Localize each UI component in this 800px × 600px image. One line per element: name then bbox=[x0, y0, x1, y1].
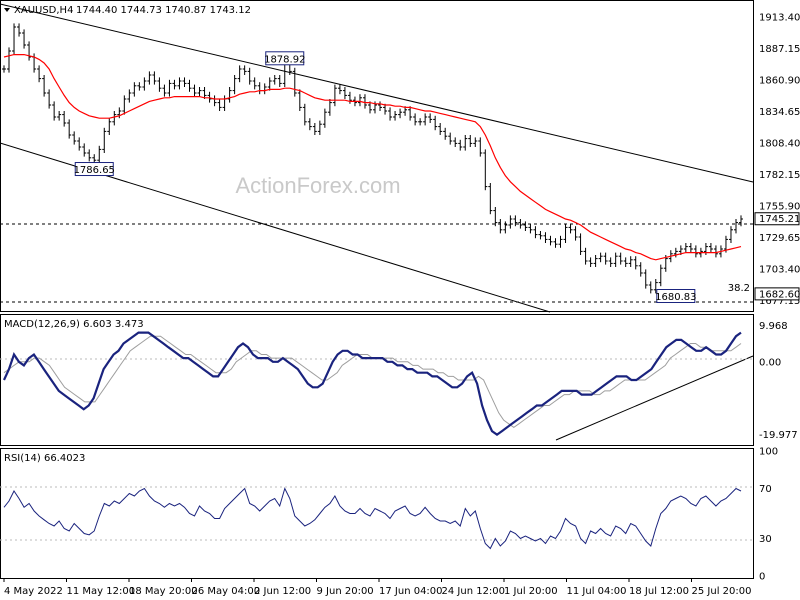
price-annotations: 1786.65 1878.92 1680.83 38.2 bbox=[74, 51, 750, 304]
macd-marks bbox=[3, 331, 742, 437]
dropdown-triangle-icon bbox=[4, 8, 10, 12]
y-tick-label: 1887.15 bbox=[759, 44, 800, 55]
price-annotation-label: 1786.65 bbox=[74, 165, 115, 176]
x-tick-label: 25 Jul 20:00 bbox=[692, 586, 752, 597]
macd-trendline bbox=[555, 355, 754, 441]
y-tick-label: 100 bbox=[759, 447, 778, 458]
y-tick-label: 1834.65 bbox=[759, 107, 800, 118]
y-tick-label: 1729.65 bbox=[759, 233, 800, 244]
y-axes: 1913.40 1887.15 1860.90 1834.65 1808.40 1782.… bbox=[754, 12, 800, 583]
y-tick-label: 0.00 bbox=[759, 357, 781, 368]
x-tick-label: 9 Jun 20:00 bbox=[317, 586, 374, 597]
upper-channel-line bbox=[0, 3, 754, 183]
x-tick-label: 18 Jul 12:00 bbox=[629, 586, 689, 597]
y-tick-label: 70 bbox=[759, 484, 772, 495]
x-tick-label: 2 Jun 12:00 bbox=[254, 586, 311, 597]
y-tick-label: 1782.15 bbox=[759, 170, 800, 181]
y-tick-label: 1808.40 bbox=[759, 138, 800, 149]
price-header: XAUUSD,H4 1744.40 1744.73 1740.87 1743.1… bbox=[4, 5, 251, 16]
y-tick-label: 1703.40 bbox=[759, 264, 800, 275]
macd-signal-line bbox=[3, 335, 742, 429]
y-tick-label: 9.968 bbox=[759, 321, 788, 332]
x-tick-label: 17 Jun 04:00 bbox=[379, 586, 443, 597]
x-tick-label: 26 May 04:00 bbox=[192, 586, 261, 597]
y-tick-label: 1860.90 bbox=[759, 75, 800, 86]
fib-label: 38.2 bbox=[728, 283, 750, 294]
y-tick-label: -19.977 bbox=[759, 430, 798, 441]
macd-main-line bbox=[3, 331, 742, 437]
price-marks bbox=[2, 23, 743, 294]
x-axis: 4 May 2022 11 May 12:0018 May 20:0026 May… bbox=[3, 578, 752, 597]
chart-canvas: ActionForex.com XAUUSD,H4 1744.40 1744.7… bbox=[0, 0, 800, 597]
y-tick-label: 1755.90 bbox=[759, 201, 800, 212]
y-tick-label: 0 bbox=[759, 572, 765, 583]
price-annotation-label: 1878.92 bbox=[264, 54, 305, 65]
y-highlight-label: 1682.60 bbox=[759, 289, 800, 300]
x-tick-label: 4 May 2022 bbox=[4, 586, 63, 597]
y-highlight-label: 1745.21 bbox=[759, 214, 800, 225]
x-tick-label: 1 Jul 20:00 bbox=[504, 586, 558, 597]
x-tick-label: 18 May 20:00 bbox=[129, 586, 198, 597]
x-tick-label: 11 May 12:00 bbox=[67, 586, 136, 597]
x-tick-label: 11 Jul 04:00 bbox=[567, 586, 627, 597]
watermark: ActionForex.com bbox=[235, 173, 400, 198]
ohlc-label: 1744.40 1744.73 1740.87 1743.12 bbox=[76, 5, 251, 16]
rsi-header: RSI(14) 66.4023 bbox=[4, 453, 85, 464]
y-tick-label: 30 bbox=[759, 534, 772, 545]
x-tick-label: 24 Jun 12:00 bbox=[442, 586, 506, 597]
price-annotation-label: 1680.83 bbox=[655, 292, 696, 303]
macd-header: MACD(12,26,9) 6.603 3.473 bbox=[4, 319, 144, 330]
y-tick-label: 1913.40 bbox=[759, 12, 800, 23]
rsi-panel-frame bbox=[0, 448, 754, 579]
symbol-label: XAUUSD,H4 bbox=[14, 5, 73, 16]
moving-average-line bbox=[3, 53, 742, 261]
